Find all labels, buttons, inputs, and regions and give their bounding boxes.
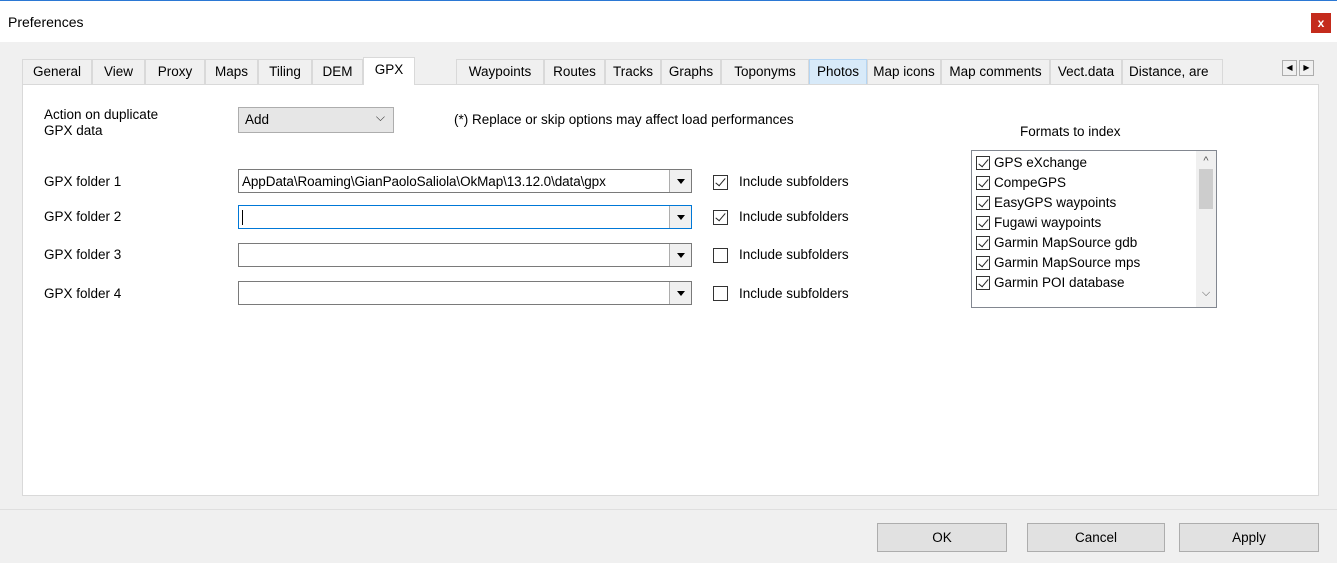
format-checkbox[interactable]	[976, 176, 990, 190]
format-label: Garmin POI database	[994, 275, 1125, 290]
gpx-folder-1-include-checkbox[interactable]	[713, 175, 728, 190]
gpx-folder-2-input[interactable]	[239, 206, 667, 228]
gpx-folder-4-include-checkbox[interactable]	[713, 286, 728, 301]
gpx-folder-4-label: GPX folder 4	[44, 286, 122, 301]
format-item-easygps[interactable]: EasyGPS waypoints	[974, 194, 1196, 214]
gpx-folder-1-dropdown-button[interactable]	[669, 170, 691, 192]
tab-photos[interactable]: Photos	[809, 59, 867, 84]
gpx-folder-1-input[interactable]	[239, 170, 667, 192]
tab-scroll-left-button[interactable]: ◀	[1282, 60, 1297, 76]
performance-note: (*) Replace or skip options may affect l…	[454, 112, 794, 127]
scroll-thumb[interactable]	[1199, 169, 1213, 209]
gpx-folder-3-label: GPX folder 3	[44, 247, 122, 262]
format-item-garmin-gdb[interactable]: Garmin MapSource gdb	[974, 234, 1196, 254]
format-label: Garmin MapSource gdb	[994, 235, 1138, 250]
title-bar: Preferences x	[0, 0, 1337, 42]
gpx-folder-3-combo	[238, 243, 692, 267]
format-label: EasyGPS waypoints	[994, 195, 1117, 210]
tab-graphs[interactable]: Graphs	[661, 59, 721, 84]
gpx-folder-2-include-label: Include subfolders	[739, 209, 849, 224]
gpx-folder-4-dropdown-button[interactable]	[669, 282, 691, 304]
tab-maps[interactable]: Maps	[205, 59, 258, 84]
format-label: GPS eXchange	[994, 155, 1088, 170]
duplicate-action-value: Add	[245, 112, 270, 127]
tab-general[interactable]: General	[22, 59, 92, 84]
formats-title: Formats to index	[1020, 124, 1121, 139]
scroll-down-icon[interactable]: ⌵	[1196, 287, 1216, 304]
gpx-folder-2-combo	[238, 205, 692, 229]
format-checkbox[interactable]	[976, 276, 990, 290]
tab-toponyms[interactable]: Toponyms	[721, 59, 809, 84]
tab-map-icons[interactable]: Map icons	[867, 59, 941, 84]
gpx-folder-1-include-label: Include subfolders	[739, 174, 849, 189]
gpx-folder-2-label: GPX folder 2	[44, 209, 122, 224]
gpx-folder-4-include-label: Include subfolders	[739, 286, 849, 301]
gpx-folder-4-input[interactable]	[239, 282, 667, 304]
format-checkbox[interactable]	[976, 196, 990, 210]
formats-scrollbar[interactable]: ^ ⌵	[1196, 151, 1216, 307]
duplicate-action-label-line2: GPX data	[44, 123, 103, 138]
duplicate-action-label: Action on duplicate	[44, 107, 159, 122]
gpx-folder-1-combo	[238, 169, 692, 193]
gpx-folder-3-dropdown-button[interactable]	[669, 244, 691, 266]
gpx-folder-1-label: GPX folder 1	[44, 174, 122, 189]
tab-distance-area[interactable]: Distance, are	[1122, 59, 1223, 84]
cancel-button[interactable]: Cancel	[1027, 523, 1165, 552]
window-title: Preferences	[8, 14, 84, 30]
close-button[interactable]: x	[1311, 13, 1331, 33]
tab-map-comments[interactable]: Map comments	[941, 59, 1050, 84]
tab-tracks[interactable]: Tracks	[605, 59, 661, 84]
format-label: Fugawi waypoints	[994, 215, 1102, 230]
format-label: CompeGPS	[994, 175, 1067, 190]
format-item-fugawi[interactable]: Fugawi waypoints	[974, 214, 1196, 234]
tab-strip: General View Proxy Maps Tiling DEM GPX W…	[22, 57, 1319, 85]
tab-waypoints[interactable]: Waypoints	[456, 59, 544, 84]
format-item-gps-exchange[interactable]: GPS eXchange	[974, 154, 1196, 174]
tab-scroll-right-button[interactable]: ▶	[1299, 60, 1314, 76]
tab-view[interactable]: View	[92, 59, 145, 84]
format-item-garmin-mps[interactable]: Garmin MapSource mps	[974, 254, 1196, 274]
format-checkbox[interactable]	[976, 156, 990, 170]
footer-divider	[0, 509, 1337, 510]
tab-proxy[interactable]: Proxy	[145, 59, 205, 84]
format-label: Garmin MapSource mps	[994, 255, 1141, 270]
tab-tiling[interactable]: Tiling	[258, 59, 312, 84]
ok-button[interactable]: OK	[877, 523, 1007, 552]
gpx-folder-3-input[interactable]	[239, 244, 667, 266]
apply-button[interactable]: Apply	[1179, 523, 1319, 552]
tab-gpx[interactable]: GPX	[363, 57, 415, 85]
format-checkbox[interactable]	[976, 256, 990, 270]
gpx-folder-3-include-checkbox[interactable]	[713, 248, 728, 263]
gpx-folder-3-include-label: Include subfolders	[739, 247, 849, 262]
format-item-garmin-poi[interactable]: Garmin POI database	[974, 274, 1196, 294]
tab-vect-data[interactable]: Vect.data	[1050, 59, 1122, 84]
duplicate-action-select[interactable]: Add ⌵	[238, 107, 394, 133]
gpx-folder-4-combo	[238, 281, 692, 305]
gpx-folder-2-include-checkbox[interactable]	[713, 210, 728, 225]
chevron-down-icon: ⌵	[375, 110, 385, 124]
format-item-compegps[interactable]: CompeGPS	[974, 174, 1196, 194]
gpx-folder-2-dropdown-button[interactable]	[669, 206, 691, 228]
format-checkbox[interactable]	[976, 236, 990, 250]
tab-routes[interactable]: Routes	[544, 59, 605, 84]
formats-listbox: GPS eXchange CompeGPS EasyGPS waypoints …	[971, 150, 1217, 308]
format-checkbox[interactable]	[976, 216, 990, 230]
tab-dem[interactable]: DEM	[312, 59, 363, 84]
gpx-tab-panel: Action on duplicate GPX data Add ⌵ (*) R…	[22, 84, 1319, 496]
